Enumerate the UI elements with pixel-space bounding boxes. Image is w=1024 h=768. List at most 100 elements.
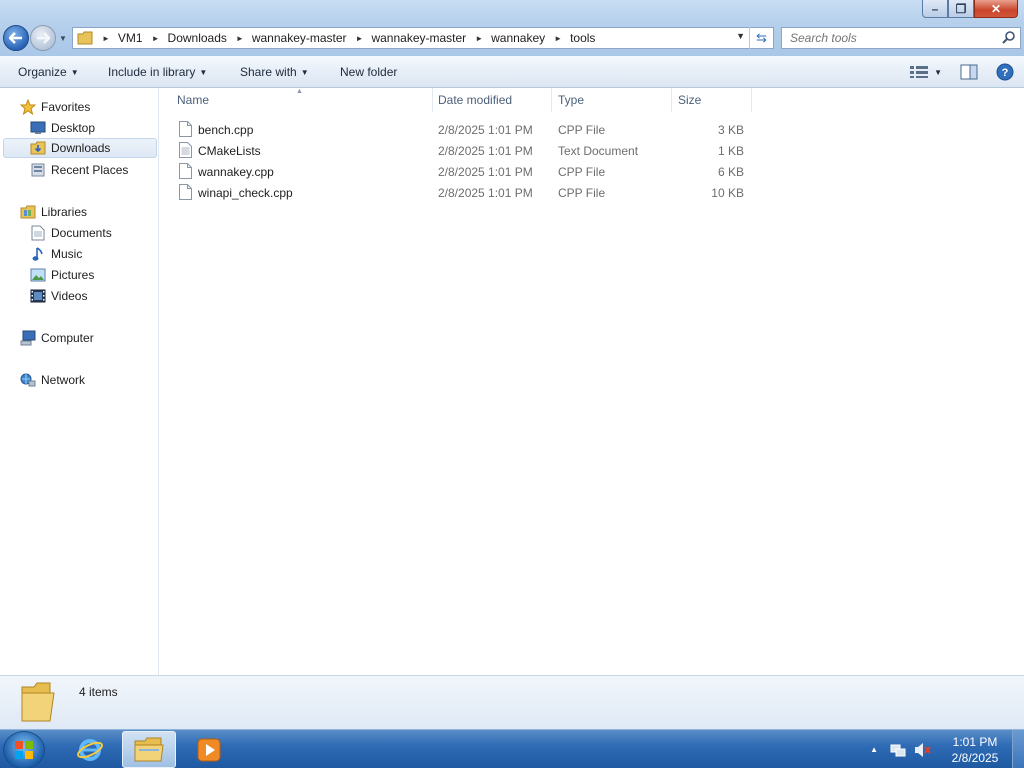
file-name: bench.cpp bbox=[198, 123, 254, 137]
file-date: 2/8/2025 1:01 PM bbox=[438, 186, 533, 200]
column-header-name[interactable]: Name bbox=[171, 88, 433, 112]
volume-muted-icon[interactable] bbox=[914, 742, 932, 758]
change-view-button[interactable]: ▼ bbox=[910, 66, 942, 78]
file-size: 3 KB bbox=[717, 123, 744, 137]
crumb-wannakey[interactable]: wannakey bbox=[491, 31, 545, 45]
file-row[interactable]: bench.cpp 2/8/2025 1:01 PM CPP File 3 KB bbox=[176, 119, 754, 140]
nav-videos[interactable]: Videos bbox=[30, 286, 87, 306]
nav-network[interactable]: Network bbox=[20, 370, 85, 390]
file-row[interactable]: CMakeLists 2/8/2025 1:01 PM Text Documen… bbox=[176, 140, 754, 161]
caret-down-icon: ▼ bbox=[70, 68, 79, 77]
search-input[interactable] bbox=[790, 31, 990, 45]
navigation-buttons: ▼ bbox=[3, 25, 69, 53]
share-with-label: Share with bbox=[240, 65, 297, 79]
show-desktop-button[interactable] bbox=[1012, 730, 1024, 768]
organize-label: Organize bbox=[18, 65, 67, 79]
file-date: 2/8/2025 1:01 PM bbox=[438, 144, 533, 158]
nav-libraries[interactable]: Libraries bbox=[20, 202, 87, 222]
windows-logo-icon bbox=[15, 741, 33, 759]
forward-button[interactable] bbox=[30, 25, 56, 51]
system-tray: ▲ 1:01 PM 2/8/2025 bbox=[870, 730, 1024, 768]
back-button[interactable] bbox=[3, 25, 29, 51]
view-details-icon bbox=[910, 66, 929, 78]
caret-down-icon: ▼ bbox=[300, 68, 309, 77]
crumb-vm1[interactable]: VM1 bbox=[118, 31, 143, 45]
music-icon bbox=[30, 246, 46, 262]
nav-music[interactable]: Music bbox=[30, 244, 82, 264]
nav-label: Desktop bbox=[51, 121, 96, 135]
crumb-wannakey-master-2[interactable]: wannakey-master bbox=[371, 31, 466, 45]
refresh-button[interactable]: ⇆ bbox=[749, 27, 773, 49]
crumb-tools[interactable]: tools bbox=[570, 31, 595, 45]
nav-computer[interactable]: Computer bbox=[20, 328, 94, 348]
share-with-menu[interactable]: Share with ▼ bbox=[240, 65, 309, 79]
chevron-right-icon[interactable]: ► bbox=[102, 34, 110, 43]
file-size: 1 KB bbox=[717, 144, 744, 158]
libraries-icon bbox=[20, 204, 36, 220]
clock-time: 1:01 PM bbox=[952, 734, 998, 749]
folder-icon bbox=[134, 737, 164, 761]
nav-label: Downloads bbox=[51, 141, 111, 155]
search-icon[interactable] bbox=[1002, 30, 1016, 44]
column-header-type[interactable]: Type bbox=[552, 88, 672, 112]
address-bar[interactable]: ► VM1 ► Downloads ► wannakey-master ► wa… bbox=[72, 27, 774, 49]
include-in-library-menu[interactable]: Include in library ▼ bbox=[108, 65, 207, 79]
documents-icon bbox=[30, 225, 46, 241]
caret-down-icon: ▼ bbox=[199, 68, 208, 77]
taskbar-internet-explorer[interactable] bbox=[63, 731, 117, 768]
nav-favorites[interactable]: Favorites bbox=[20, 97, 90, 117]
view-controls: ▼ ? bbox=[910, 63, 1014, 81]
file-type: CPP File bbox=[558, 165, 606, 179]
crumb-downloads[interactable]: Downloads bbox=[168, 31, 227, 45]
crumb-wannakey-master-1[interactable]: wannakey-master bbox=[252, 31, 347, 45]
downloads-folder-icon bbox=[30, 140, 46, 156]
recent-pages-dropdown[interactable]: ▼ bbox=[59, 34, 67, 43]
chevron-right-icon[interactable]: ► bbox=[475, 34, 483, 43]
text-document-icon bbox=[179, 142, 192, 158]
chevron-right-icon[interactable]: ► bbox=[236, 34, 244, 43]
taskbar-windows-explorer[interactable] bbox=[122, 731, 176, 768]
navigation-pane: Favorites Desktop Downloads Recent Place… bbox=[0, 88, 159, 675]
nav-label: Pictures bbox=[51, 268, 95, 282]
nav-recent-places[interactable]: Recent Places bbox=[30, 160, 128, 180]
address-history-dropdown[interactable]: ▼ bbox=[736, 31, 745, 41]
desktop-icon bbox=[30, 120, 46, 136]
new-folder-button[interactable]: New folder bbox=[340, 65, 397, 79]
nav-downloads[interactable]: Downloads bbox=[3, 138, 157, 158]
show-hidden-icons-button[interactable]: ▲ bbox=[870, 745, 878, 754]
file-row[interactable]: winapi_check.cpp 2/8/2025 1:01 PM CPP Fi… bbox=[176, 182, 754, 203]
nav-desktop[interactable]: Desktop bbox=[30, 118, 95, 138]
star-icon bbox=[20, 99, 36, 115]
new-folder-label: New folder bbox=[340, 65, 398, 79]
file-icon bbox=[179, 163, 192, 179]
computer-icon bbox=[20, 330, 36, 346]
file-name: CMakeLists bbox=[198, 144, 261, 158]
start-button[interactable] bbox=[4, 732, 44, 768]
network-status-icon[interactable] bbox=[890, 742, 906, 758]
nav-documents[interactable]: Documents bbox=[30, 223, 112, 243]
details-pane: 4 items bbox=[0, 675, 1024, 729]
close-button[interactable]: ✕ bbox=[974, 0, 1018, 18]
chevron-right-icon[interactable]: ► bbox=[152, 34, 160, 43]
arrow-right-icon bbox=[37, 32, 50, 44]
file-row[interactable]: wannakey.cpp 2/8/2025 1:01 PM CPP File 6… bbox=[176, 161, 754, 182]
file-name: wannakey.cpp bbox=[198, 165, 274, 179]
chevron-right-icon[interactable]: ► bbox=[554, 34, 562, 43]
column-header-date-modified[interactable]: Date modified bbox=[432, 88, 552, 112]
nav-label: Network bbox=[41, 373, 86, 387]
nav-pictures[interactable]: Pictures bbox=[30, 265, 94, 285]
folder-icon bbox=[77, 31, 93, 45]
chevron-right-icon[interactable]: ► bbox=[356, 34, 364, 43]
help-icon[interactable]: ? bbox=[996, 63, 1014, 81]
clock[interactable]: 1:01 PM 2/8/2025 bbox=[938, 734, 1012, 766]
taskbar-media-player[interactable] bbox=[182, 731, 236, 768]
organize-menu[interactable]: Organize ▼ bbox=[18, 65, 79, 79]
column-header-size[interactable]: Size bbox=[672, 88, 752, 112]
pictures-icon bbox=[30, 267, 46, 283]
preview-pane-icon[interactable] bbox=[960, 64, 978, 80]
minimize-button[interactable]: – bbox=[922, 0, 948, 18]
maximize-button[interactable]: ❐ bbox=[948, 0, 974, 18]
command-bar: Organize ▼ Include in library ▼ Share with… bbox=[0, 56, 1024, 88]
title-bar: – ❐ ✕ ▼ ► VM1 ► Downloads ► wannakey-mas… bbox=[0, 0, 1024, 56]
nav-label: Recent Places bbox=[51, 163, 129, 177]
